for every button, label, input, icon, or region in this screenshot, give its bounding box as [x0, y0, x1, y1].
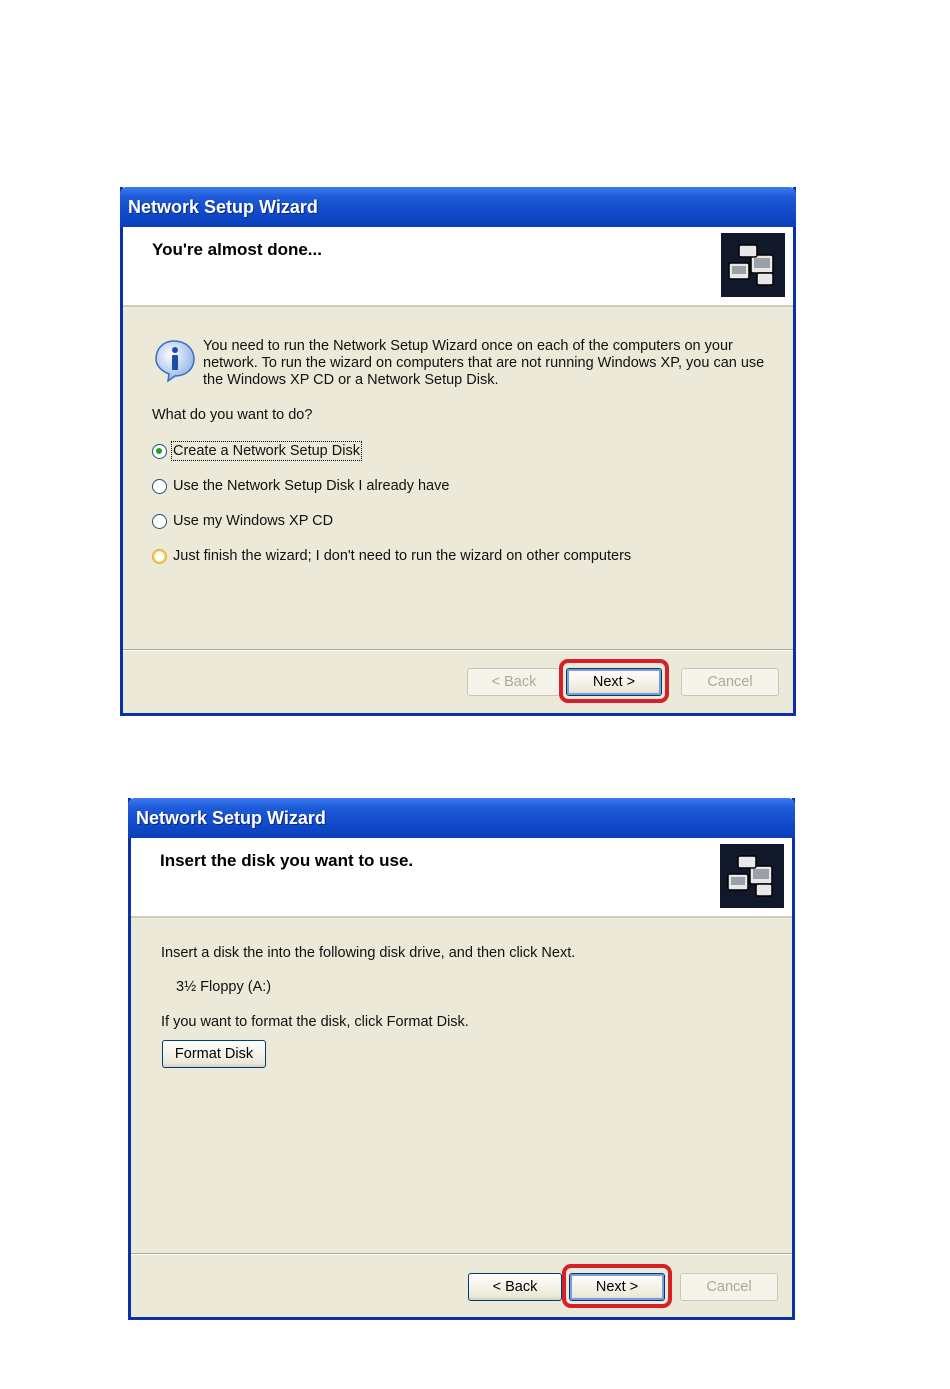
cancel-button[interactable]: Cancel — [681, 668, 779, 696]
cancel-button[interactable]: Cancel — [680, 1273, 778, 1301]
radio-button-selected[interactable] — [152, 443, 167, 459]
option-label: Use the Network Setup Disk I already hav… — [173, 478, 450, 494]
footer-separator — [123, 649, 793, 651]
footer-separator — [131, 1253, 792, 1255]
wizard-dialog-1: Network Setup Wizard You're almost done.… — [120, 187, 796, 716]
back-button[interactable]: < Back — [467, 668, 561, 696]
wizard-dialog-2: Network Setup Wizard Insert the disk you… — [128, 798, 795, 1320]
radio-button[interactable] — [152, 548, 167, 564]
option-use-existing-disk[interactable]: Use the Network Setup Disk I already hav… — [152, 475, 449, 497]
radio-button[interactable] — [152, 478, 167, 494]
drive-label: 3½ Floppy (A:) — [176, 979, 272, 995]
back-button[interactable]: < Back — [468, 1273, 562, 1301]
wizard-header: You're almost done... — [123, 227, 793, 307]
info-text-line-1: You need to run the Network Setup Wizard… — [203, 338, 733, 354]
option-create-disk[interactable]: Create a Network Setup Disk — [152, 440, 362, 462]
info-icon — [152, 337, 198, 383]
network-wizard-icon — [720, 844, 784, 908]
instruction-text: Insert a disk the into the following dis… — [161, 945, 576, 961]
window-title: Network Setup Wizard — [136, 808, 326, 828]
info-text-line-3: the Windows XP CD or a Network Setup Dis… — [203, 372, 499, 388]
page-heading: Insert the disk you want to use. — [160, 851, 414, 870]
title-bar[interactable]: Network Setup Wizard — [120, 187, 796, 227]
option-label: Just finish the wizard; I don't need to … — [173, 548, 632, 564]
wizard-body: Insert a disk the into the following dis… — [131, 918, 792, 1248]
format-disk-button[interactable]: Format Disk — [162, 1040, 266, 1068]
page-heading: You're almost done... — [152, 240, 322, 259]
wizard-header: Insert the disk you want to use. — [131, 838, 792, 918]
next-button[interactable]: Next > — [569, 1273, 665, 1301]
option-use-xp-cd[interactable]: Use my Windows XP CD — [152, 510, 333, 532]
network-wizard-icon — [721, 233, 785, 297]
option-label: Use my Windows XP CD — [173, 513, 334, 529]
question-label: What do you want to do? — [152, 407, 313, 423]
wizard-body: You need to run the Network Setup Wizard… — [123, 307, 793, 647]
title-bar[interactable]: Network Setup Wizard — [128, 798, 795, 838]
option-label: Create a Network Setup Disk — [171, 441, 362, 461]
window-title: Network Setup Wizard — [128, 197, 318, 217]
radio-button[interactable] — [152, 513, 167, 529]
format-hint-text: If you want to format the disk, click Fo… — [161, 1014, 469, 1030]
next-button[interactable]: Next > — [566, 668, 662, 696]
option-just-finish[interactable]: Just finish the wizard; I don't need to … — [152, 545, 631, 567]
info-text-line-2: network. To run the wizard on computers … — [203, 355, 765, 371]
